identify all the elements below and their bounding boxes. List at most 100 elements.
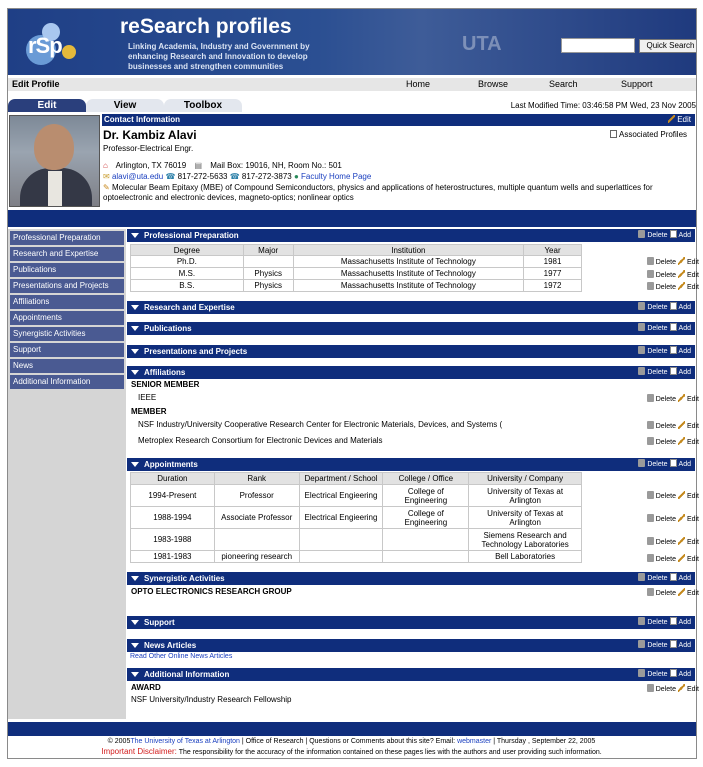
sidebar-item-research-expertise[interactable]: Research and Expertise [10, 247, 124, 261]
row-actions[interactable]: Delete Edit [646, 554, 699, 563]
award-label: AWARD [131, 683, 161, 692]
sidebar-item-support[interactable]: Support [10, 343, 124, 357]
section-header-affiliations[interactable]: Affiliations Delete Add [127, 366, 695, 379]
table-row: Ph.D. Massachusetts Institute of Technolo… [130, 255, 582, 268]
affiliation-item: NSF Industry/University Cooperative Rese… [138, 420, 503, 429]
row-actions[interactable]: Delete Edit [646, 257, 699, 266]
contact-line: ✉ alavi@uta.edu ☎ 817-272-5633 ☎ 817-272… [103, 172, 371, 181]
faculty-homepage-link[interactable]: Faculty Home Page [301, 172, 371, 181]
sidebar-item-synergistic-activities[interactable]: Synergistic Activities [10, 327, 124, 341]
section-header-synergistic-activities[interactable]: Synergistic Activities Delete Add [127, 572, 695, 585]
trash-icon [638, 459, 646, 467]
sidebar-item-affiliations[interactable]: Affiliations [10, 295, 124, 309]
row-actions[interactable]: Delete Edit [646, 394, 699, 403]
pencil-icon [668, 115, 676, 123]
quick-search-button[interactable]: Quick Search [639, 39, 696, 53]
tab-toolbox[interactable]: Toolbox [164, 99, 242, 112]
trash-icon [638, 346, 646, 354]
site-title: reSearch profiles [120, 15, 292, 38]
row-actions[interactable]: Delete Edit [646, 491, 699, 500]
research-summary: ✎ Molecular Beam Epitaxy (MBE) of Compou… [103, 183, 653, 202]
collapse-triangle-icon [131, 326, 139, 331]
sidebar-item-appointments[interactable]: Appointments [10, 311, 124, 325]
row-actions[interactable]: Delete Edit [646, 282, 699, 291]
sidebar-item-professional-preparation[interactable]: Professional Preparation [10, 231, 124, 245]
section-header-support[interactable]: Support Delete Add [127, 616, 695, 629]
table-row: 1994-Present Professor Electrical Engieeri… [130, 484, 582, 507]
sidebar-item-presentations-projects[interactable]: Presentations and Projects [10, 279, 124, 293]
trash-icon [638, 230, 646, 238]
collapse-triangle-icon [131, 349, 139, 354]
collapse-triangle-icon [131, 620, 139, 625]
menu-search[interactable]: Search [549, 79, 578, 89]
sidebar-item-additional-information[interactable]: Additional Information [10, 375, 124, 389]
university-link[interactable]: The University of Texas at Arlington [130, 738, 240, 745]
table-row: 1988-1994 Associate Professor Electrical E… [130, 506, 582, 529]
section-header-research-expertise[interactable]: Research and Expertise Delete Add [127, 301, 695, 314]
globe-icon: ● [293, 172, 299, 181]
section-header-publications[interactable]: Publications Delete Add [127, 322, 695, 335]
document-icon [610, 130, 617, 138]
contact-edit-button[interactable]: Edit [668, 114, 691, 126]
collapse-triangle-icon[interactable] [131, 233, 139, 238]
section-header-appointments[interactable]: Appointments Delete Add [127, 458, 695, 471]
trash-icon [646, 588, 654, 596]
trash-icon [638, 669, 646, 677]
tab-view[interactable]: View [86, 99, 164, 112]
senior-member-label: SENIOR MEMBER [131, 380, 200, 389]
menu-support[interactable]: Support [621, 79, 653, 89]
pencil-icon [677, 394, 685, 402]
site-banner: rSp reSearch profiles Linking Academia, … [8, 9, 696, 75]
trash-icon [638, 323, 646, 331]
col-major: Major [242, 244, 294, 256]
add-icon [669, 230, 677, 238]
sidebar: Professional Preparation Research and Ex… [8, 229, 126, 719]
footer-disclaimer: Important Disclaimer: The responsibility… [101, 747, 602, 756]
read-news-link[interactable]: Read Other Online News Articles [130, 653, 232, 660]
row-actions[interactable]: Delete Edit [646, 437, 699, 446]
row-actions[interactable]: Delete Edit [646, 514, 699, 523]
sidebar-item-news[interactable]: News [10, 359, 124, 373]
row-actions[interactable]: Delete Edit [646, 421, 699, 430]
menu-browse[interactable]: Browse [478, 79, 508, 89]
add-icon [669, 459, 677, 467]
email-link[interactable]: alavi@uta.edu [112, 172, 163, 181]
synergistic-item: OPTO ELECTRONICS RESEARCH GROUP [131, 587, 292, 596]
row-actions[interactable]: Delete Edit [646, 270, 699, 279]
section-header-professional-preparation[interactable]: Professional Preparation Delete Add [127, 229, 695, 242]
section-header-news-articles[interactable]: News Articles Delete Add [127, 639, 695, 652]
add-icon [669, 346, 677, 354]
trash-icon [638, 640, 646, 648]
tab-edit[interactable]: Edit [8, 99, 86, 112]
trash-icon [646, 491, 654, 499]
email-icon: ✉ [103, 172, 110, 181]
sidebar-item-publications[interactable]: Publications [10, 263, 124, 277]
prof-prep-table: Degree Major Institution Year Ph.D. Massachu… [130, 244, 582, 292]
trash-icon [646, 514, 654, 522]
quick-search-input[interactable] [561, 38, 635, 53]
trash-icon [638, 367, 646, 375]
footer-bar [8, 722, 696, 736]
associated-profiles-link[interactable]: Associated Profiles [610, 130, 687, 139]
collapse-triangle-icon [131, 370, 139, 375]
row-actions[interactable]: Delete Edit [646, 684, 699, 693]
row-actions[interactable]: Delete Edit [646, 537, 699, 546]
row-actions[interactable]: Delete Edit [646, 588, 699, 597]
col-year: Year [523, 244, 582, 256]
pencil-icon [677, 270, 685, 278]
add-icon [669, 617, 677, 625]
rsp-logo[interactable]: rSp [20, 19, 84, 69]
section-header-presentations-projects[interactable]: Presentations and Projects Delete Add [127, 345, 695, 358]
trash-icon [638, 573, 646, 581]
collapse-triangle-icon [131, 462, 139, 467]
phone-text: 817-272-5633 [177, 172, 228, 181]
trash-icon [646, 554, 654, 562]
section-header-additional-information[interactable]: Additional Information Delete Add [127, 668, 695, 681]
webmaster-link[interactable]: webmaster [457, 738, 491, 745]
col-institution: Institution [292, 244, 525, 256]
menu-home[interactable]: Home [406, 79, 430, 89]
member-label: MEMBER [131, 407, 167, 416]
pencil-icon [677, 684, 685, 692]
table-row: 1981-1983 pioneering research Bell Laborat… [130, 550, 582, 563]
profile-name: Dr. Kambiz Alavi [103, 128, 197, 142]
